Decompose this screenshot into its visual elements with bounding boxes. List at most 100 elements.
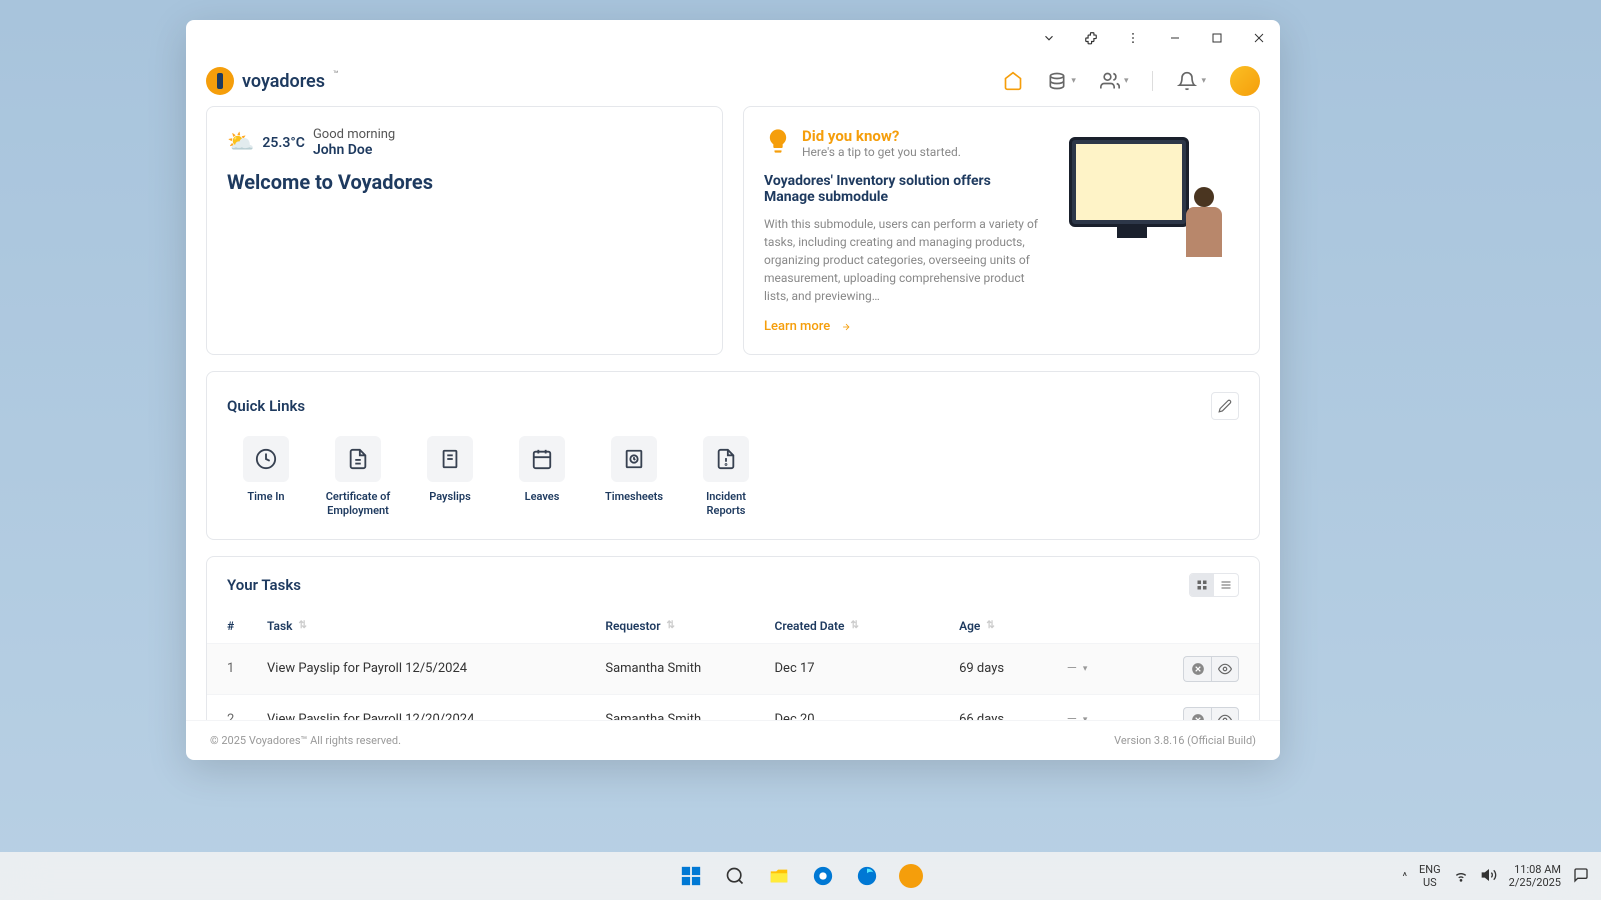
quicklinks-list: Time In Certificate of Employment Paysli… (227, 436, 1239, 519)
view-button[interactable] (1211, 707, 1239, 720)
windows-taskbar: ^ ENG US 11:08 AM 2/25/2025 (0, 852, 1601, 900)
tip-subtitle: Here's a tip to get you started. (802, 145, 961, 159)
page-title: Welcome to Voyadores (227, 170, 702, 194)
edge-icon[interactable] (849, 858, 885, 894)
dismiss-button[interactable] (1183, 707, 1211, 720)
logo-text: voyadores (242, 71, 325, 92)
home-icon[interactable] (1003, 71, 1023, 91)
quicklink-payslips[interactable]: Payslips (411, 436, 489, 519)
tip-card: Did you know? Here's a tip to get you st… (743, 106, 1260, 355)
quicklink-label: Incident Reports (687, 490, 765, 519)
logo[interactable]: voyadores ™ (206, 67, 339, 95)
cell-actions (1159, 656, 1239, 682)
table-header: # Task⇅ Requestor⇅ Created Date⇅ Age⇅ (207, 609, 1259, 644)
more-icon[interactable] (1124, 29, 1142, 47)
col-priority (1067, 619, 1159, 633)
money-icon[interactable]: ▾ (1047, 71, 1076, 91)
cell-task: View Payslip for Payroll 12/20/2024 (267, 712, 605, 720)
sort-icon: ⇅ (850, 620, 858, 631)
quicklink-incidents[interactable]: Incident Reports (687, 436, 765, 519)
receipt-icon (427, 436, 473, 482)
tasks-title: Your Tasks (227, 576, 301, 594)
tray-chevron-icon[interactable]: ^ (1402, 870, 1407, 883)
clock[interactable]: 11:08 AM 2/25/2025 (1509, 863, 1561, 889)
app-header: voyadores ™ ▾ ▾ ▾ (186, 56, 1280, 106)
wifi-icon[interactable] (1453, 867, 1469, 886)
alert-file-icon (703, 436, 749, 482)
username: John Doe (313, 142, 395, 158)
document-icon (335, 436, 381, 482)
close-button[interactable] (1250, 29, 1268, 47)
quicklink-label: Leaves (525, 490, 560, 504)
table-row: 1 View Payslip for Payroll 12/5/2024 Sam… (207, 644, 1259, 695)
start-button[interactable] (673, 858, 709, 894)
lightbulb-icon (764, 127, 792, 155)
quicklinks-title: Quick Links (227, 397, 305, 415)
language-indicator[interactable]: ENG US (1419, 863, 1441, 889)
tip-illustration (1059, 127, 1239, 307)
volume-icon[interactable] (1481, 867, 1497, 886)
greeting: Good morning (313, 127, 395, 142)
welcome-card: ⛅ 25.3°C Good morning John Doe Welcome t… (206, 106, 723, 355)
explorer-icon[interactable] (761, 858, 797, 894)
view-toggle (1189, 573, 1239, 597)
cell-created: Dec 20 (775, 712, 960, 720)
cell-created: Dec 17 (775, 661, 960, 676)
header-actions: ▾ ▾ ▾ (1003, 66, 1260, 96)
maximize-button[interactable] (1208, 29, 1226, 47)
quicklink-label: Certificate of Employment (319, 490, 397, 519)
quicklink-label: Time In (247, 490, 284, 504)
cell-priority[interactable]: — ▾ (1067, 712, 1159, 720)
quicklink-coe[interactable]: Certificate of Employment (319, 436, 397, 519)
col-num: # (227, 619, 267, 633)
col-created[interactable]: Created Date⇅ (775, 619, 960, 633)
notifications-icon[interactable] (1573, 867, 1589, 886)
sort-icon: ⇅ (299, 620, 307, 631)
tasks-table: # Task⇅ Requestor⇅ Created Date⇅ Age⇅ 1 … (207, 609, 1259, 720)
card-view-button[interactable] (1190, 574, 1214, 596)
maps-icon[interactable] (805, 858, 841, 894)
extension-icon[interactable] (1082, 29, 1100, 47)
col-requestor[interactable]: Requestor⇅ (605, 619, 774, 633)
footer: © 2025 Voyadores™ All rights reserved. V… (186, 720, 1280, 760)
col-task[interactable]: Task⇅ (267, 619, 605, 633)
copyright: © 2025 Voyadores™ All rights reserved. (210, 734, 401, 747)
minimize-button[interactable] (1166, 29, 1184, 47)
tip-badge: Did you know? (802, 127, 961, 145)
learn-more-label: Learn more (764, 319, 830, 334)
version: Version 3.8.16 (Official Build) (1114, 734, 1256, 747)
users-icon[interactable]: ▾ (1100, 71, 1129, 91)
calendar-icon (519, 436, 565, 482)
col-age[interactable]: Age⇅ (959, 619, 1067, 633)
clock-icon (243, 436, 289, 482)
view-button[interactable] (1211, 656, 1239, 682)
edit-button[interactable] (1211, 392, 1239, 420)
search-icon[interactable] (717, 858, 753, 894)
bell-icon[interactable]: ▾ (1177, 71, 1206, 91)
logo-icon (206, 67, 234, 95)
quicklink-time-in[interactable]: Time In (227, 436, 305, 519)
dismiss-button[interactable] (1183, 656, 1211, 682)
app-taskbar-icon[interactable] (893, 858, 929, 894)
tasks-card: Your Tasks # Task⇅ Requestor⇅ Created Da… (206, 556, 1260, 720)
timesheet-icon (611, 436, 657, 482)
temperature: 25.3°C (262, 135, 305, 151)
tip-text: With this submodule, users can perform a… (764, 215, 1039, 305)
list-view-button[interactable] (1214, 574, 1238, 596)
quicklink-leaves[interactable]: Leaves (503, 436, 581, 519)
cell-age: 66 days (959, 712, 1067, 720)
cell-priority[interactable]: — ▾ (1067, 661, 1159, 676)
content: ⛅ 25.3°C Good morning John Doe Welcome t… (186, 106, 1280, 720)
cell-num: 2 (227, 712, 267, 720)
app-window: voyadores ™ ▾ ▾ ▾ ⛅ 25.3°C Good morning … (186, 20, 1280, 760)
logo-tm: ™ (333, 70, 339, 80)
quicklink-label: Timesheets (605, 490, 663, 504)
quicklink-timesheets[interactable]: Timesheets (595, 436, 673, 519)
col-actions (1159, 619, 1239, 633)
weather-icon: ⛅ (227, 130, 254, 155)
chevron-down-icon[interactable] (1040, 29, 1058, 47)
avatar[interactable] (1230, 66, 1260, 96)
learn-more-link[interactable]: Learn more (764, 319, 854, 334)
titlebar (186, 20, 1280, 56)
cell-age: 69 days (959, 661, 1067, 676)
